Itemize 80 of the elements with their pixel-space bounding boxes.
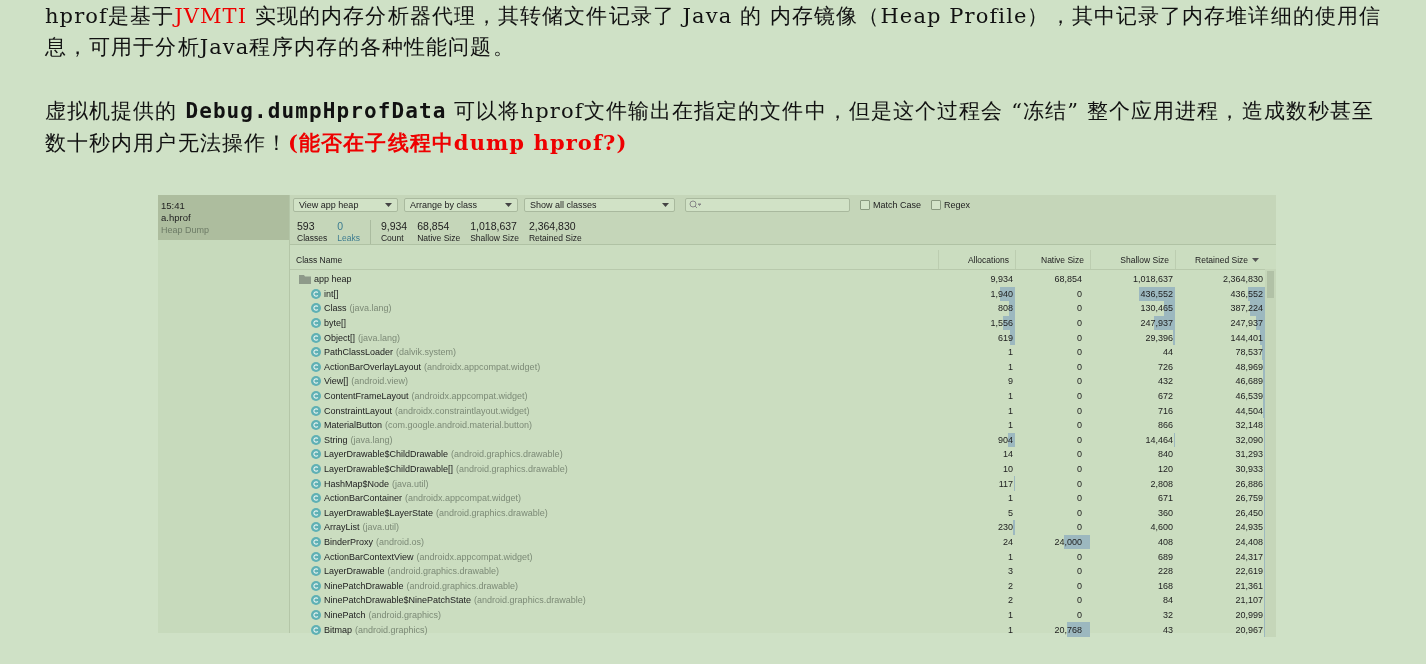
search-field[interactable] xyxy=(685,198,850,212)
class-name[interactable]: LayerDrawable$LayerState (android.graphics.drawable) xyxy=(324,507,548,518)
caret-icon xyxy=(662,203,669,207)
caret-icon xyxy=(385,203,392,207)
paragraph: hprof是基于JVMTI 实现的内存分析器代理，其转储文件记录了 Java 的 内存镜像（Heap Profile），其中记录了内存堆详细的使用信息，可用于分析Java程序内存的各种性能问题。 xyxy=(45,3,1383,61)
class-name[interactable]: byte[] xyxy=(324,318,346,329)
stat-value: 2,364,830 xyxy=(528,220,577,232)
class-icon xyxy=(311,493,321,504)
class-name[interactable]: NinePatchDrawable$NinePatchState (android.graphics.drawable) xyxy=(324,595,586,606)
class-name[interactable]: LayerDrawable$ChildDrawable[] (android.graphics.drawable) xyxy=(324,464,568,474)
class-name[interactable]: ConstraintLayout (androidx.constraintlayout.widget) xyxy=(324,405,530,416)
column-header[interactable]: Class Name xyxy=(290,250,938,269)
column-header[interactable]: Retained Size xyxy=(1175,250,1265,269)
class-icon xyxy=(311,464,321,474)
stat-value: 9,934 xyxy=(380,220,408,232)
stat-label: Classes xyxy=(297,232,328,244)
class-name[interactable]: View[] (android.view) xyxy=(324,376,408,387)
caret-icon xyxy=(505,203,512,207)
class-icon xyxy=(311,580,321,591)
folder-icon xyxy=(299,274,311,284)
stat-label: Shallow Size xyxy=(470,232,519,244)
class-name[interactable]: PathClassLoader (dalvik.system) xyxy=(324,347,457,358)
class-name[interactable]: HashMap$Node (java.util) xyxy=(324,478,429,489)
class-name[interactable]: Object[] (java.lang) xyxy=(324,332,401,343)
dropdown[interactable]: Arrange by class xyxy=(404,198,518,212)
heap-dump-item[interactable]: 15:41 a.hprof Heap Dump xyxy=(158,195,289,240)
stat-value: 68,854 xyxy=(417,220,451,232)
class-icon xyxy=(311,332,321,343)
class-icon xyxy=(311,537,321,547)
checkbox[interactable]: Regex xyxy=(931,200,971,210)
class-icon xyxy=(311,609,321,620)
class-name[interactable]: ActionBarContextView (androidx.appcompat.widget) xyxy=(324,551,533,562)
class-icon xyxy=(311,288,321,299)
column-header[interactable]: Native Size xyxy=(1015,250,1090,269)
class-icon xyxy=(311,566,321,577)
class-name[interactable]: NinePatchDrawable (android.graphics.drawable) xyxy=(324,580,519,591)
class-icon xyxy=(311,318,321,329)
dropdown[interactable]: Show all classes xyxy=(524,198,675,212)
class-icon xyxy=(311,522,321,533)
column-header[interactable]: Shallow Size xyxy=(1090,250,1175,269)
class-name[interactable]: String (java.lang) xyxy=(324,434,393,445)
class-name[interactable]: NinePatch (android.graphics) xyxy=(324,609,442,620)
class-name[interactable]: BinderProxy (android.os) xyxy=(324,537,425,547)
column-header[interactable]: Allocations xyxy=(938,250,1015,269)
class-icon xyxy=(311,449,321,460)
class-icon xyxy=(311,347,321,358)
stat-value: 0 xyxy=(337,220,345,232)
class-name[interactable]: MaterialButton (com.google.android.material.button) xyxy=(324,420,533,431)
dropdown[interactable]: View app heap xyxy=(293,198,398,212)
paragraph: 虚拟机提供的 Debug.dumpHprofData 可以将hprof文件输出在指定的文件中，但是这个过程会 “冻结” 整个应用进程，造成数秒甚至数十秒内用户无法操作！(能否在子线程中dump hprof?) xyxy=(45,98,1376,157)
class-icon xyxy=(311,361,321,372)
search-icon xyxy=(689,200,701,209)
class-icon xyxy=(311,405,321,416)
class-icon xyxy=(311,595,321,606)
class-icon xyxy=(311,303,321,314)
class-icon xyxy=(311,507,321,518)
class-name[interactable]: app heap xyxy=(314,274,352,285)
class-name[interactable]: ArrayList (java.util) xyxy=(324,522,400,533)
class-name[interactable]: LayerDrawable (android.graphics.drawable) xyxy=(324,566,500,577)
class-icon xyxy=(311,420,321,431)
class-icon xyxy=(311,376,321,387)
class-name[interactable]: LayerDrawable$ChildDrawable (android.graphics.drawable) xyxy=(324,449,563,460)
class-name[interactable]: ActionBarOverlayLayout (androidx.appcompat.widget) xyxy=(324,361,541,372)
class-name[interactable]: ActionBarContainer (androidx.appcompat.widget) xyxy=(324,493,522,504)
stat-label: Native Size xyxy=(417,232,461,244)
stat-label: Retained Size xyxy=(528,232,582,244)
class-icon xyxy=(311,624,321,635)
sort-icon xyxy=(1252,257,1259,262)
class-name[interactable]: Bitmap (android.graphics) xyxy=(324,624,428,635)
class-icon xyxy=(311,391,321,402)
class-icon xyxy=(311,434,321,445)
class-icon xyxy=(311,551,321,562)
class-name[interactable]: int[] xyxy=(324,288,339,299)
checkbox[interactable]: Match Case xyxy=(860,200,922,210)
stat-value: 593 xyxy=(297,220,316,232)
class-icon xyxy=(311,478,321,489)
stat-label: Count xyxy=(380,232,405,244)
stat-value: 1,018,637 xyxy=(470,220,518,232)
class-name[interactable]: Class (java.lang) xyxy=(324,303,392,314)
class-name[interactable]: ContentFrameLayout (androidx.appcompat.widget) xyxy=(324,391,528,402)
